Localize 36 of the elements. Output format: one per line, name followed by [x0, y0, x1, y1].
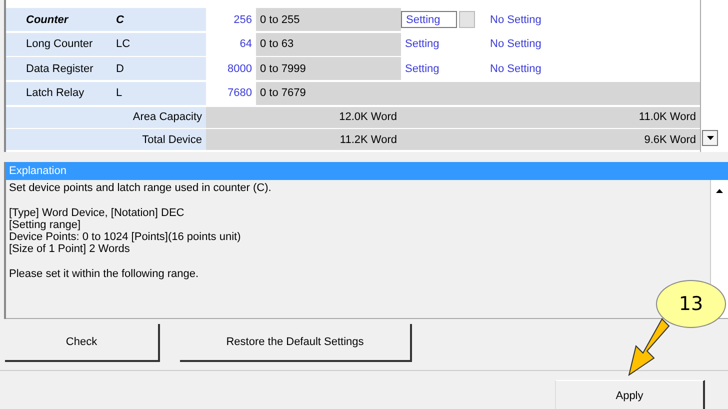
- explanation-text: Please set it within the following range.: [9, 268, 200, 280]
- explanation-text: [Setting range]: [9, 219, 82, 231]
- action-button[interactable]: Restore the Default Settings: [180, 324, 412, 362]
- scroll-down-icon[interactable]: [702, 130, 718, 146]
- step-callout: 13: [656, 280, 726, 328]
- panel-header: Explanation: [6, 162, 728, 180]
- device-name[interactable]: Long Counter: [26, 32, 116, 56]
- summary-label: Area Capacity: [6, 106, 206, 128]
- device-name[interactable]: Latch Relay: [26, 82, 116, 105]
- row-header-cell: [6, 32, 26, 56]
- arrow-icon: [626, 318, 670, 376]
- explanation-text: Device Points: 0 to 1024 [Points](16 points unit): [9, 231, 242, 243]
- device-symbol: D: [116, 57, 206, 80]
- range-cell: 0 to 63: [256, 32, 401, 56]
- device-symbol: L: [116, 82, 206, 105]
- row-header-cell: [6, 57, 26, 80]
- range-cell: 0 to 7679: [256, 82, 401, 105]
- device-name[interactable]: Counter: [26, 8, 116, 31]
- summary-value: 9.6K Word: [401, 129, 700, 150]
- row-header-cell: [6, 8, 26, 31]
- summary-value: 11.2K Word: [206, 129, 401, 150]
- explanation-text: [Type] Word Device, [Notation] DEC: [9, 207, 186, 219]
- range-cell: 0 to 255: [256, 8, 401, 31]
- row-header-cell: [6, 82, 26, 105]
- summary-value: 12.0K Word: [206, 106, 401, 128]
- explanation-text: [Size of 1 Point] 2 Words: [9, 243, 131, 255]
- apply-button[interactable]: Apply: [555, 380, 705, 409]
- device-symbol: LC: [116, 32, 206, 56]
- latch-setting-dropdown[interactable]: Setting: [401, 11, 457, 28]
- summary-label: Total Device: [6, 129, 206, 150]
- summary-value: 11.0K Word: [401, 106, 700, 128]
- explanation-text: Set device points and latch range used in counter (C).: [9, 182, 272, 194]
- device-symbol: C: [116, 8, 206, 31]
- action-button[interactable]: Check: [5, 324, 160, 362]
- device-name[interactable]: Data Register: [26, 57, 116, 80]
- range-cell: 0 to 7999: [256, 57, 401, 80]
